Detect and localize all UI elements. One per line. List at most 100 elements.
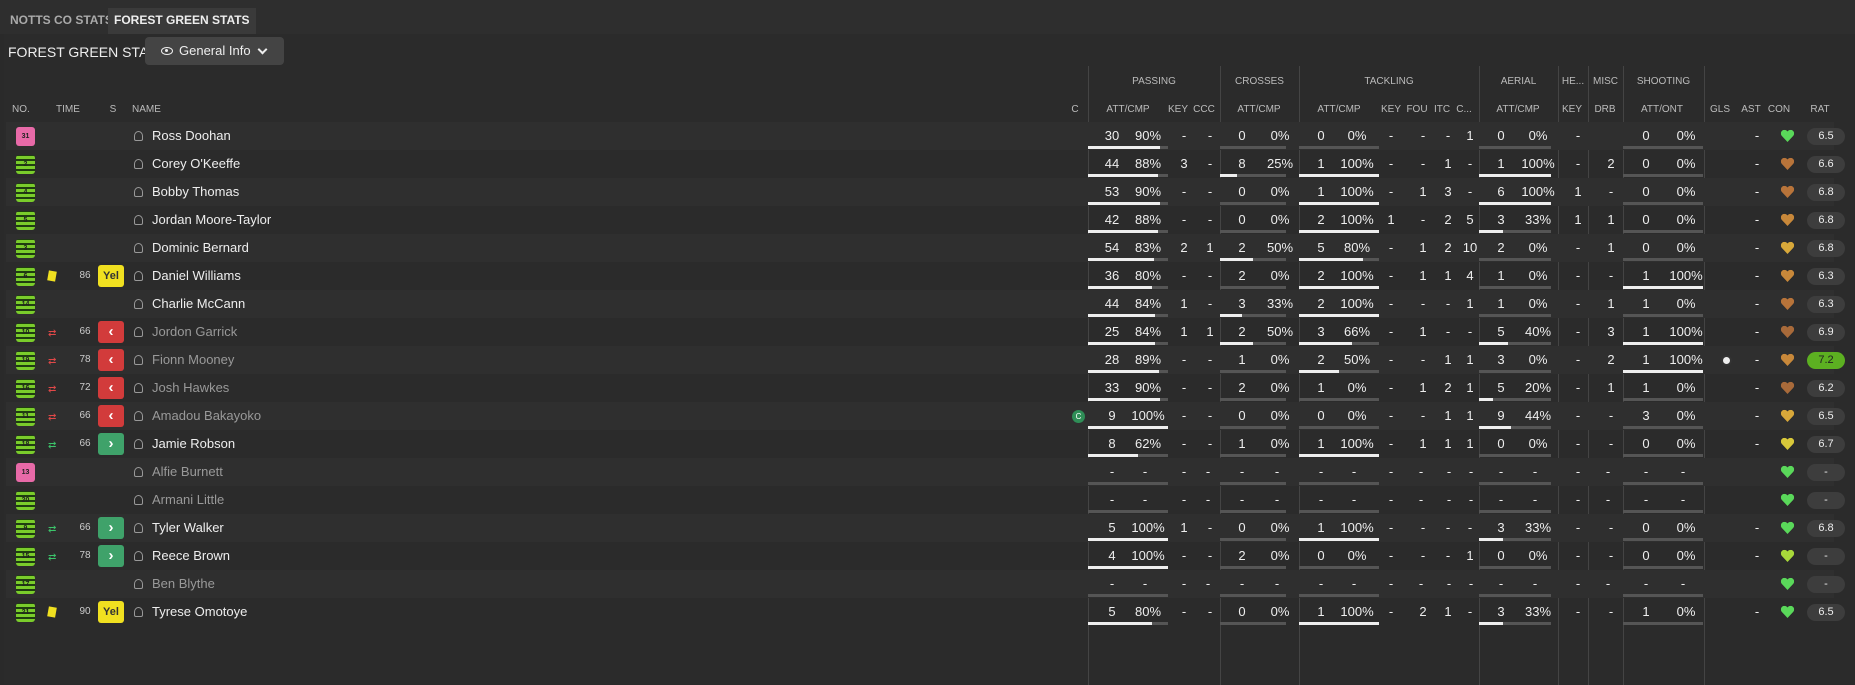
progress-bar [1220,398,1286,401]
rating-badge: 6.9 [1807,324,1845,341]
column-header-cl[interactable]: C... [1453,104,1475,115]
subbed-off-badge[interactable]: ‹ [98,405,124,427]
table-row[interactable]: 13 Alfie Burnett - - - - - - - - - - - - - - - - - - - [6,458,1845,486]
table-row[interactable]: 11 ⇄ 66 ‹ Amadou Bakayoko C 9 100% 0 0% 0 0% 9 44% 3 0%… [6,402,1845,430]
shirt-number-icon: 21 [16,603,35,622]
subbed-on-badge[interactable]: › [98,545,124,567]
column-header-fou[interactable]: FOU [1403,104,1431,115]
player-name[interactable]: Daniel Williams [152,262,241,290]
stat-value: - [1754,604,1760,619]
player-name[interactable]: Tyler Walker [152,514,224,542]
tab-notts-co-stats[interactable]: NOTTS CO STATS [4,8,119,34]
table-row[interactable]: 18 ⇄ 66 › Jamie Robson 8 62% 1 0% 1 100% 0 0% 0 0% - - -1… [6,430,1845,458]
rating-badge: 6.8 [1807,520,1845,537]
rating-badge: 6.8 [1807,184,1845,201]
player-name[interactable]: Dominic Bernard [152,234,249,262]
player-name[interactable]: Jamie Robson [152,430,235,458]
stat-value: - [1608,548,1614,563]
column-header-time[interactable]: TIME [56,104,82,115]
column-header-drb[interactable]: DRB [1590,104,1620,115]
column-header-key[interactable]: KEY [1166,104,1190,115]
stat-value: - [1207,352,1213,367]
column-header-tkey[interactable]: KEY [1379,104,1403,115]
subbed-off-badge[interactable]: ‹ [98,321,124,343]
subbed-off-badge[interactable]: ‹ [98,377,124,399]
table-row[interactable]: 2 Corey O'Keeffe 44 88% 8 25% 1 100% 1 100% 0 0% 3- -… [6,150,1845,178]
stat-value: - [1181,408,1187,423]
stat-value: - [1468,492,1474,507]
player-name[interactable]: Ross Doohan [152,122,231,150]
subbed-off-badge[interactable]: ‹ [98,349,124,371]
stat-value: 1 [1419,380,1427,395]
column-header-ccc[interactable]: CCC [1190,104,1218,115]
table-row[interactable]: 16 ⇄ 72 ‹ Josh Hawkes 33 90% 2 0% 1 0% 5 20% 1 0% - - -1 2… [6,374,1845,402]
player-name[interactable]: Josh Hawkes [152,374,229,402]
progress-bar [1479,370,1551,373]
table-row[interactable]: 15 ⇄ 78 › Reece Brown 4 100% 2 0% 0 0% 0 0% 0 0% - - - - -1… [6,542,1845,570]
column-header-cross[interactable]: ATT/CMP [1228,104,1290,115]
progress-bar [1220,342,1286,345]
column-header-gls[interactable]: GLS [1708,104,1732,115]
stat-value: - [1181,352,1187,367]
table-row[interactable]: 14 Charlie McCann 44 84% 3 33% 2 100% 1 0% 1 0% 1- - -… [6,290,1845,318]
table-row[interactable]: 6 86 Yel Daniel Williams 36 80% 2 0% 2 100% 1 0% 1 10… [6,262,1845,290]
progress-bar [1220,286,1286,289]
player-name[interactable]: Fionn Mooney [152,346,234,374]
table-row[interactable]: 9 ⇄ 66 › Tyler Walker 5 100% 0 0% 1 100% 3 33% 0 0% 1- -… [6,514,1845,542]
column-header-con[interactable]: CON [1766,104,1792,115]
stat-value: - [1207,156,1213,171]
tab-forest-green-stats[interactable]: FOREST GREEN STATS [108,8,256,34]
player-name[interactable]: Tyrese Omotoye [152,598,247,626]
column-header-itc[interactable]: ITC [1431,104,1453,115]
player-name[interactable]: Reece Brown [152,542,230,570]
column-header-pass[interactable]: ATT/CMP [1098,104,1158,115]
table-row[interactable]: 31 Ross Doohan 30 90% 0 0% 0 0% 0 0% 0 0% - - - - -1- -6.… [6,122,1845,150]
stat-value: - [1754,324,1760,339]
table-row[interactable]: 20 Armani Little - - - - - - - - - - - - - - - - - - - [6,486,1845,514]
table-row[interactable]: 3 Dominic Bernard 54 83% 2 50% 5 80% 2 0% 0 0% 2 1-1 2… [6,234,1845,262]
stat-value: - [1575,128,1581,143]
progress-bar [1088,426,1168,429]
table-row[interactable]: 4 Bobby Thomas 53 90% 0 0% 1 100% 6 100% 0 0% - - -1 3-… [6,178,1845,206]
stat-value: - [1575,408,1581,423]
column-header-c[interactable]: C [1070,104,1080,115]
progress-bar [1088,398,1168,401]
table-row[interactable]: 19 ⇄ 78 ‹ Fionn Mooney 28 89% 1 0% 2 50% 3 0% 1 100% - -… [6,346,1845,374]
progress-bar [1088,314,1168,317]
column-header-ast[interactable]: AST [1739,104,1763,115]
player-name[interactable]: Amadou Bakayoko [152,402,261,430]
column-header-no[interactable]: NO. [12,104,34,115]
subbed-on-badge[interactable]: › [98,433,124,455]
player-name[interactable]: Charlie McCann [152,290,245,318]
column-header-shot[interactable]: ATT/ONT [1630,104,1694,115]
stat-value: - [1207,212,1213,227]
stat-value: - [1418,492,1424,507]
stat-value: 1 [1444,268,1452,283]
column-header-tack[interactable]: ATT/CMP [1307,104,1371,115]
column-header-s[interactable]: S [108,104,118,115]
table-row[interactable]: 10 ⇄ 66 ‹ Jordon Garrick 25 84% 2 50% 3 66% 5 40% 1 10… [6,318,1845,346]
progress-bar-fill [1088,370,1160,373]
player-name[interactable]: Jordon Garrick [152,318,237,346]
progress-bar-fill [1088,286,1152,289]
player-name[interactable]: Corey O'Keeffe [152,150,240,178]
stat-value: - [1754,296,1760,311]
table-row[interactable]: 17 Ben Blythe - - - - - - - - - - - - - - - - - - - [6,570,1845,598]
column-header-rat[interactable]: RAT [1802,104,1838,115]
stat-value: - [1205,464,1211,479]
player-name[interactable]: Ben Blythe [152,570,215,598]
player-name[interactable]: Alfie Burnett [152,458,223,486]
view-dropdown-button[interactable]: General Info [145,37,284,65]
column-header-hkey[interactable]: KEY [1560,104,1584,115]
table-row[interactable]: 5 Jordan Moore-Taylor 42 88% 0 0% 2 100% 3 33% 0 0%… [6,206,1845,234]
person-icon [134,579,143,589]
table-row[interactable]: 21 90 Yel Tyrese Omotoye 5 80% 0 0% 1 100% 3 33% 1 0%… [6,598,1845,626]
progress-bar [1299,482,1379,485]
column-header-aer[interactable]: ATT/CMP [1487,104,1549,115]
stat-value: - [1608,268,1614,283]
column-header-name[interactable]: NAME [132,104,172,115]
player-name[interactable]: Jordan Moore-Taylor [152,206,271,234]
subbed-on-badge[interactable]: › [98,517,124,539]
player-name[interactable]: Bobby Thomas [152,178,239,206]
player-name[interactable]: Armani Little [152,486,224,514]
